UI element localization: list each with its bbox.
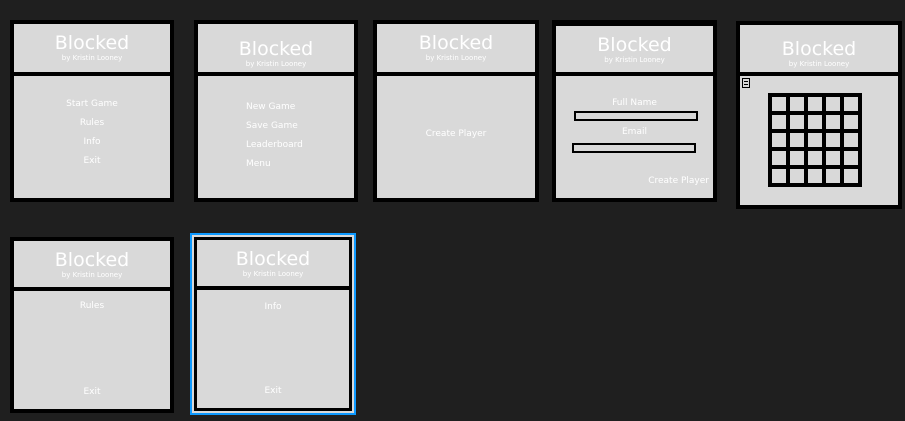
email-label: Email [622,127,647,137]
create-player-button[interactable]: Create Player [377,129,535,140]
grid-cell[interactable] [772,133,786,147]
grid-cell[interactable] [844,169,858,183]
header: Blocked by Kristin Looney [197,240,349,290]
app-title: Blocked [235,248,311,270]
app-byline: by Kristin Looney [425,54,487,62]
grid-cell[interactable] [844,151,858,165]
game-grid[interactable] [768,93,862,187]
grid-cell[interactable] [772,169,786,183]
app-title: Blocked [418,32,494,54]
app-byline: by Kristin Looney [61,54,123,62]
grid-cell[interactable] [808,133,822,147]
document-icon[interactable] [742,78,750,88]
grid-cell[interactable] [826,151,840,165]
grid-cell[interactable] [844,115,858,129]
grid-cell[interactable] [790,133,804,147]
menu-new-game[interactable]: New Game [246,102,354,113]
grid-cell[interactable] [844,97,858,111]
frame-info[interactable]: Blocked by Kristin Looney Info Exit [190,233,356,415]
frame-game-menu[interactable]: Blocked by Kristin Looney New Game Save … [194,20,358,202]
header: Blocked by Kristin Looney [14,241,170,291]
menu-leaderboard[interactable]: Leaderboard [246,140,354,151]
app-byline: by Kristin Looney [604,56,665,64]
menu-info[interactable]: Info [14,137,170,148]
frame-create-player-form[interactable]: Blocked by Kristin Looney Full Name Emai… [552,20,717,202]
frame-game-board[interactable]: Blocked by Kristin Looney [736,21,902,209]
grid-cell[interactable] [772,151,786,165]
grid-cell[interactable] [790,169,804,183]
grid-cell[interactable] [790,115,804,129]
grid-cell[interactable] [790,151,804,165]
app-byline: by Kristin Looney [788,60,850,68]
frame-info-body: Blocked by Kristin Looney Info Exit [194,237,352,411]
app-title: Blocked [54,249,130,271]
app-title: Blocked [781,38,857,60]
create-player-button[interactable]: Create Player [648,176,709,187]
grid-cell[interactable] [826,169,840,183]
menu-menu[interactable]: Menu [246,159,354,170]
header: Blocked by Kristin Looney [740,25,898,76]
grid-cell[interactable] [826,115,840,129]
menu-save-game[interactable]: Save Game [246,121,354,132]
app-title: Blocked [238,38,314,60]
grid-cell[interactable] [772,97,786,111]
grid-cell[interactable] [808,115,822,129]
grid-cell[interactable] [844,133,858,147]
info-heading: Info [264,302,282,312]
header: Blocked by Kristin Looney [556,26,713,76]
menu-start-game[interactable]: Start Game [14,99,170,110]
grid-cell[interactable] [808,151,822,165]
frame-create-player-start[interactable]: Blocked by Kristin Looney Create Player [373,20,539,202]
menu-rules[interactable]: Rules [14,118,170,129]
rules-heading: Rules [79,301,105,311]
app-byline: by Kristin Looney [245,60,307,68]
menu-exit[interactable]: Exit [14,156,170,167]
header: Blocked by Kristin Looney [198,24,354,76]
frame-rules[interactable]: Blocked by Kristin Looney Rules Exit [10,237,174,413]
grid-cell[interactable] [826,133,840,147]
email-input[interactable] [572,143,696,153]
app-byline: by Kristin Looney [242,270,304,278]
grid-cell[interactable] [808,97,822,111]
header: Blocked by Kristin Looney [14,24,170,76]
grid-cell[interactable] [772,115,786,129]
frame-main-menu[interactable]: Blocked by Kristin Looney Start Game Rul… [10,20,174,202]
full-name-input[interactable] [574,111,698,121]
app-title: Blocked [597,34,672,56]
full-name-label: Full Name [612,98,657,108]
app-byline: by Kristin Looney [61,271,123,279]
grid-cell[interactable] [826,97,840,111]
exit-button[interactable]: Exit [14,387,170,398]
grid-cell[interactable] [790,97,804,111]
header: Blocked by Kristin Looney [377,24,535,76]
app-title: Blocked [54,32,130,54]
exit-button[interactable]: Exit [197,386,349,397]
grid-cell[interactable] [808,169,822,183]
